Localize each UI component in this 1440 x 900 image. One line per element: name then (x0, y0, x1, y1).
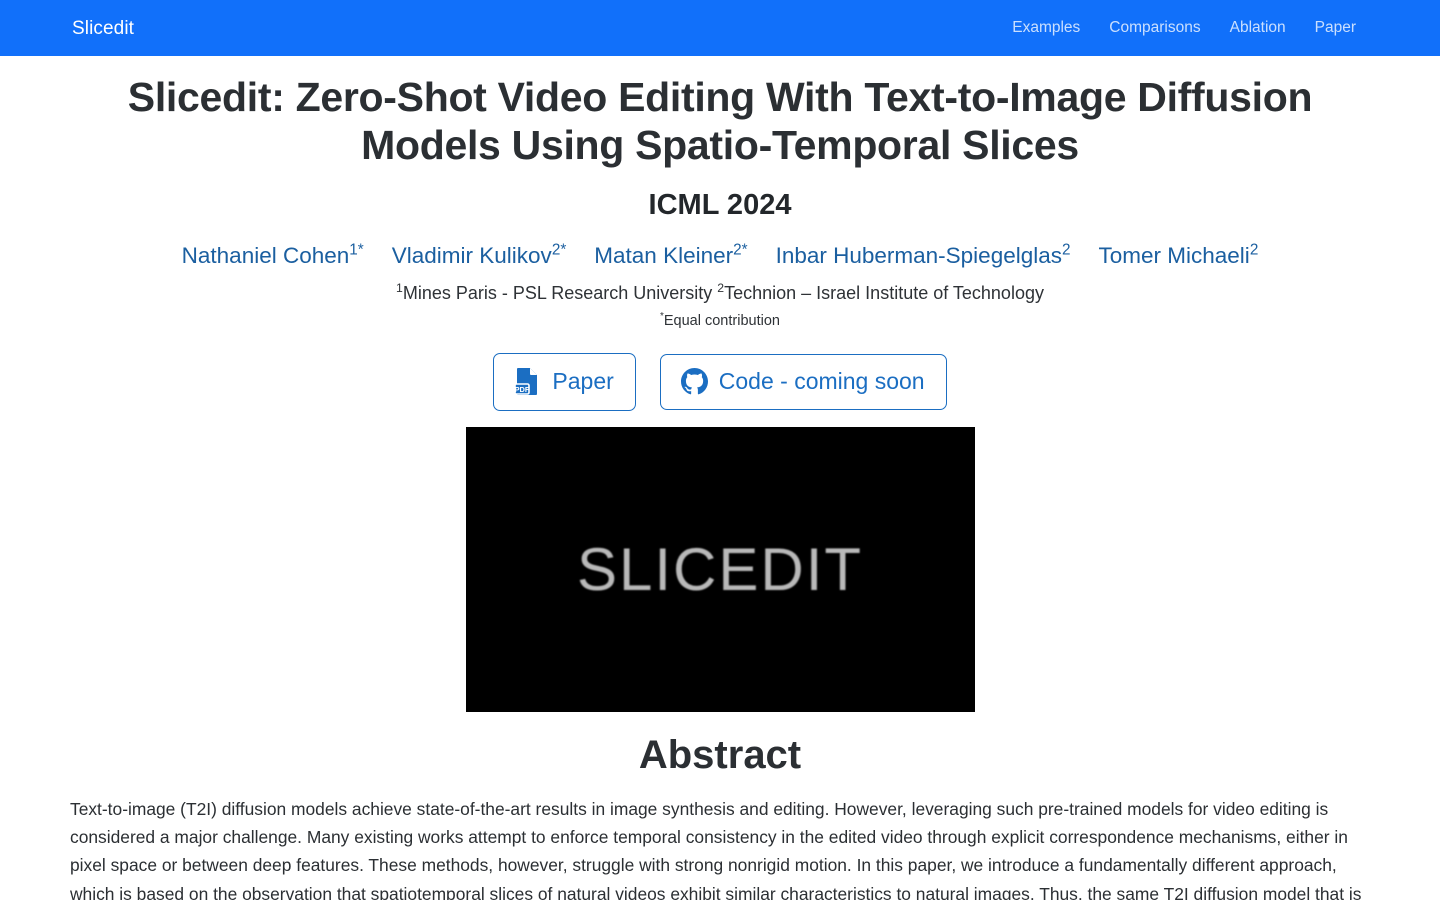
affiliation-1-label: Mines Paris - PSL Research University (402, 282, 718, 303)
author-inbar-huberman-spiegelglas[interactable]: Inbar Huberman-Spiegelglas2 (776, 242, 1071, 269)
nav-link-comparisons[interactable]: Comparisons (1109, 20, 1200, 36)
affiliation-2-label: Technion – Israel Institute of Technolog… (724, 282, 1044, 303)
page-title: Slicedit: Zero-Shot Video Editing With T… (127, 74, 1313, 168)
code-button-label: Code - coming soon (718, 367, 925, 394)
author-name: Vladimir Kulikov (391, 242, 552, 268)
equal-contribution-label: Equal contribution (663, 313, 780, 330)
navbar-brand[interactable]: Slicedit (72, 19, 134, 38)
equal-contribution-note: *Equal contribution (70, 312, 1370, 330)
navbar-links: Examples Comparisons Ablation Paper (1012, 20, 1356, 36)
author-matan-kleiner[interactable]: Matan Kleiner2* (594, 242, 747, 269)
affiliations: 1Mines Paris - PSL Research University 2… (70, 282, 1370, 305)
page-content: Slicedit: Zero-Shot Video Editing With T… (0, 56, 1440, 900)
teaser-video[interactable]: SLICEDIT (465, 426, 975, 712)
nav-link-paper[interactable]: Paper (1315, 20, 1356, 36)
github-icon (680, 367, 708, 395)
teaser-video-overlay-text: SLICEDIT (576, 535, 864, 603)
paper-button[interactable]: PDF Paper (493, 352, 636, 411)
teaser-video-wrap: SLICEDIT (70, 426, 1370, 712)
affiliation-1-mark: 1 (396, 280, 403, 295)
conference-name: ICML 2024 (648, 188, 792, 221)
author-marks: 2* (733, 241, 748, 259)
author-marks: 1* (349, 241, 364, 259)
abstract-body: Text-to-image (T2I) diffusion models ach… (70, 798, 1362, 900)
paper-button-label: Paper (552, 367, 614, 394)
nav-link-ablation[interactable]: Ablation (1230, 20, 1286, 36)
author-list: Nathaniel Cohen1* Vladimir Kulikov2* Mat… (70, 242, 1370, 269)
author-name: Nathaniel Cohen (181, 242, 350, 268)
author-marks: 2 (1249, 241, 1259, 259)
code-button[interactable]: Code - coming soon (659, 353, 947, 410)
author-marks: 2* (551, 241, 567, 259)
author-name: Inbar Huberman-Spiegelglas (775, 242, 1062, 268)
link-button-row: PDF Paper Code - coming soon (70, 352, 1370, 411)
author-name: Matan Kleiner (594, 242, 734, 268)
author-nathaniel-cohen[interactable]: Nathaniel Cohen1* (182, 242, 364, 269)
author-vladimir-kulikov[interactable]: Vladimir Kulikov2* (392, 242, 567, 269)
pdf-file-icon: PDF (514, 367, 541, 396)
svg-text:PDF: PDF (515, 385, 530, 394)
author-tomer-michaeli[interactable]: Tomer Michaeli2 (1099, 242, 1259, 269)
author-marks: 2 (1062, 241, 1071, 259)
abstract-heading: Abstract (638, 732, 802, 777)
navbar: Slicedit Examples Comparisons Ablation P… (0, 0, 1440, 56)
nav-link-examples[interactable]: Examples (1012, 20, 1080, 36)
author-name: Tomer Michaeli (1098, 242, 1250, 268)
